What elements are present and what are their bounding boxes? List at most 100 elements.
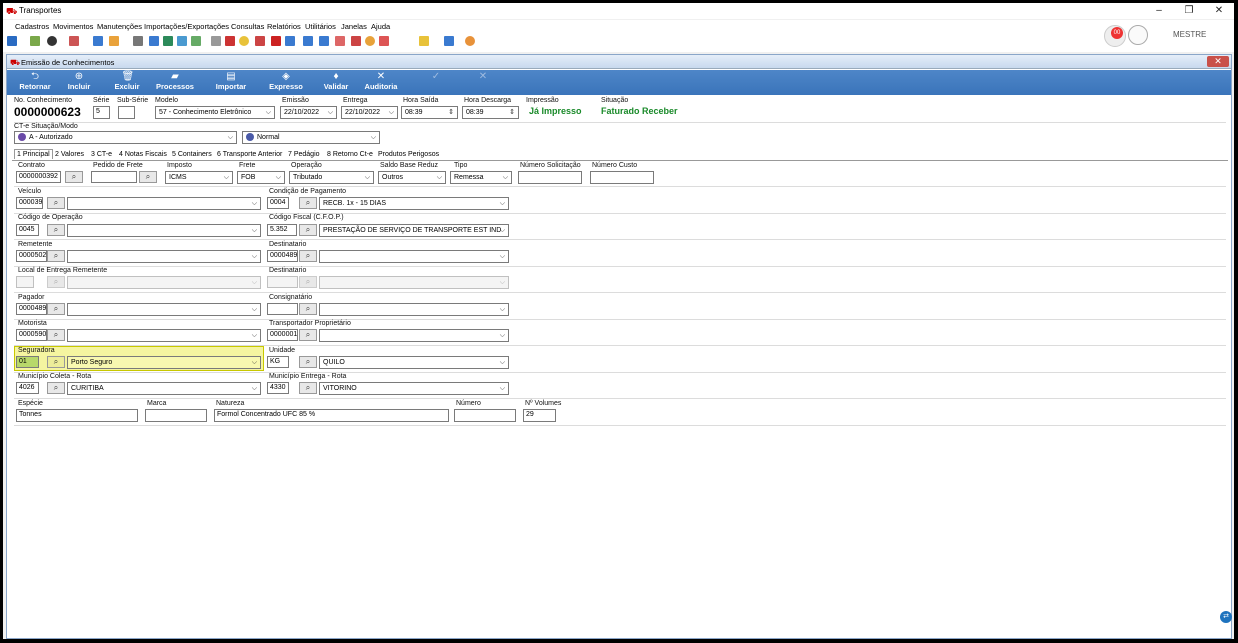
- hora-saida-input[interactable]: 08:39 ⇕: [401, 106, 458, 119]
- mun-coleta-select[interactable]: CURITIBA ⌵: [67, 382, 261, 395]
- cond-pag-select[interactable]: RECB. 1x - 15 DIAS ⌵: [319, 197, 509, 210]
- validar-button[interactable]: ♦ Validar: [312, 72, 360, 94]
- map-icon[interactable]: [271, 36, 281, 46]
- search-icon[interactable]: ⌕: [299, 197, 317, 209]
- menu-janelas[interactable]: Janelas: [341, 22, 367, 31]
- search-icon[interactable]: ⌕: [47, 329, 65, 341]
- search-icon[interactable]: ⌕: [139, 171, 157, 183]
- help-icon[interactable]: ⇄: [1220, 611, 1232, 623]
- menu-manutencoes[interactable]: Manutenções: [97, 22, 142, 31]
- operacao-select[interactable]: Tributado ⌵: [289, 171, 374, 184]
- search-icon[interactable]: ⌕: [299, 356, 317, 368]
- star-icon[interactable]: [419, 36, 429, 46]
- close-button[interactable]: ✕: [1204, 3, 1234, 19]
- tab-cte[interactable]: 3 CT-e: [91, 151, 112, 158]
- search-icon[interactable]: ⌕: [65, 171, 83, 183]
- search-icon[interactable]: ⌕: [47, 250, 65, 262]
- menu-relatorios[interactable]: Relatórios: [267, 22, 301, 31]
- calendar-icon[interactable]: [319, 36, 329, 46]
- destinatario2-select[interactable]: ⌵: [319, 276, 509, 289]
- local-entrega-code[interactable]: [16, 276, 34, 288]
- restore-button[interactable]: ❐: [1174, 3, 1204, 19]
- menu-movimentos[interactable]: Movimentos: [53, 22, 93, 31]
- veiculo-select[interactable]: ⌵: [67, 197, 261, 210]
- menu-consultas[interactable]: Consultas: [231, 22, 264, 31]
- unidade-code[interactable]: KG: [267, 356, 289, 368]
- emissao-date[interactable]: 22/10/2022 ⌵: [280, 106, 337, 119]
- natureza-input[interactable]: Formol Concentrado UFC 85 %: [214, 409, 449, 422]
- menu-importacoes[interactable]: Importações/Exportações: [144, 22, 229, 31]
- marca-input[interactable]: [145, 409, 207, 422]
- tab-principal[interactable]: 1 Principal: [14, 149, 53, 159]
- mun-entrega-select[interactable]: VITORINO ⌵: [319, 382, 509, 395]
- power-icon[interactable]: [465, 36, 475, 46]
- search-icon[interactable]: ⌕: [47, 356, 65, 368]
- minimize-button[interactable]: –: [1144, 3, 1174, 19]
- doc-icon[interactable]: [93, 36, 103, 46]
- form-close-button[interactable]: ✕: [1207, 56, 1229, 67]
- tab-valores[interactable]: 2 Valores: [55, 151, 84, 158]
- clock-icon[interactable]: [47, 36, 57, 46]
- save-icon[interactable]: [285, 36, 295, 46]
- transportador-select[interactable]: ⌵: [319, 329, 509, 342]
- tab-notas-fiscais[interactable]: 4 Notas Fiscais: [119, 151, 167, 158]
- cte-modo-select[interactable]: Normal ⌵: [242, 131, 380, 144]
- tab-transporte-anterior[interactable]: 6 Transporte Anterior: [217, 151, 282, 158]
- tab-produtos-perigosos[interactable]: Produtos Perigosos: [378, 151, 439, 158]
- cte-situacao-select[interactable]: A - Autorizado ⌵: [14, 131, 237, 144]
- local-entrega-select[interactable]: ⌵: [67, 276, 261, 289]
- alert-icon[interactable]: [225, 36, 235, 46]
- menu-utilitarios[interactable]: Utilitários: [305, 22, 336, 31]
- mun-coleta-code[interactable]: 4026: [16, 382, 39, 394]
- search-icon[interactable]: ⌕: [299, 224, 317, 236]
- numero-input[interactable]: [454, 409, 516, 422]
- search-icon[interactable]: ⌕: [299, 250, 317, 262]
- mail-icon[interactable]: [351, 36, 361, 46]
- destinatario-code[interactable]: 0000489: [267, 250, 298, 262]
- book-icon[interactable]: [379, 36, 389, 46]
- truck-icon[interactable]: [69, 36, 79, 46]
- search-icon[interactable]: ⌕: [299, 303, 317, 315]
- search-icon[interactable]: ⌕: [47, 197, 65, 209]
- destinatario-select[interactable]: ⌵: [319, 250, 509, 263]
- home-icon[interactable]: [30, 36, 40, 46]
- search-icon[interactable]: ⌕: [47, 303, 65, 315]
- serie-input[interactable]: 5: [93, 106, 110, 119]
- search-icon[interactable]: ⌕: [47, 224, 65, 236]
- entrega-date[interactable]: 22/10/2022 ⌵: [341, 106, 398, 119]
- time-icon[interactable]: [239, 36, 249, 46]
- unidade-select[interactable]: QUILO ⌵: [319, 356, 509, 369]
- search-icon[interactable]: ⌕: [299, 382, 317, 394]
- transportador-code[interactable]: 0000001: [267, 329, 298, 341]
- veiculo-code[interactable]: 000039: [16, 197, 43, 209]
- report-icon[interactable]: [177, 36, 187, 46]
- cod-op-code[interactable]: 0045: [16, 224, 39, 236]
- retornar-button[interactable]: ⮌ Retornar: [11, 72, 59, 94]
- processos-button[interactable]: ▰ Processos: [151, 72, 199, 94]
- destinatario2-code[interactable]: [267, 276, 298, 288]
- search-icon[interactable]: ⌕: [47, 382, 65, 394]
- modelo-select[interactable]: 57 - Conhecimento Eletrônico ⌵: [155, 106, 275, 119]
- delivery-icon[interactable]: [255, 36, 265, 46]
- incluir-button[interactable]: ⊕ Incluir: [55, 72, 103, 94]
- tab-containers[interactable]: 5 Containers: [172, 151, 212, 158]
- tab-pedagio[interactable]: 7 Pedágio: [288, 151, 320, 158]
- new-icon[interactable]: [7, 36, 17, 46]
- consignatario-select[interactable]: ⌵: [319, 303, 509, 316]
- coin-icon[interactable]: [365, 36, 375, 46]
- expresso-button[interactable]: ◈ Expresso: [262, 72, 310, 94]
- pagador-code[interactable]: 0000489: [16, 303, 47, 315]
- remetente-code[interactable]: 0000502: [16, 250, 47, 262]
- consignatario-code[interactable]: [267, 303, 298, 315]
- tag-icon[interactable]: [335, 36, 345, 46]
- saldo-select[interactable]: Outros ⌵: [378, 171, 446, 184]
- hora-descarga-input[interactable]: 08:39 ⇕: [462, 106, 519, 119]
- seguradora-select[interactable]: Porto Seguro ⌵: [67, 356, 261, 369]
- tipo-select[interactable]: Remessa ⌵: [450, 171, 512, 184]
- mun-entrega-code[interactable]: 4330: [267, 382, 289, 394]
- especie-input[interactable]: Tonnes: [16, 409, 138, 422]
- chart-icon[interactable]: [109, 36, 119, 46]
- num-solic-input[interactable]: [518, 171, 582, 184]
- motorista-select[interactable]: ⌵: [67, 329, 261, 342]
- user-icon[interactable]: [191, 36, 201, 46]
